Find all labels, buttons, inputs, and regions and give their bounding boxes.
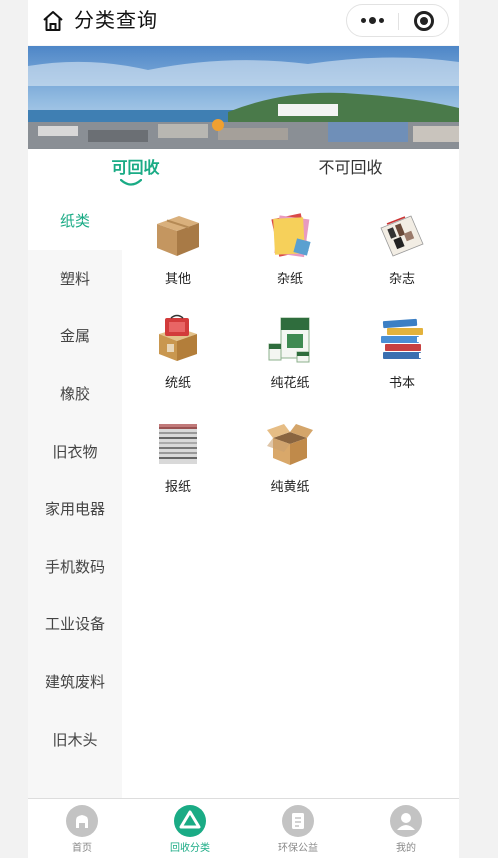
tab-recyclable[interactable]: 可回收 — [28, 149, 243, 192]
grid-item-label: 书本 — [388, 375, 415, 390]
category-sidebar: 纸类 塑料 金属 橡胶 旧衣物 家用电器 手机数码 工业设备 建筑废料 旧木头 — [28, 192, 122, 798]
capsule-divider — [398, 13, 399, 30]
tabbar-item-eco-charity[interactable]: 环保公益 — [244, 799, 352, 855]
app-screen: 分类查询 可回收 不可回收 纸类 塑料 金属 橡胶 旧衣物 家用电器 手机数码 … — [28, 0, 459, 858]
packaging-box-icon — [159, 314, 197, 361]
recyclable-tabs: 可回收 不可回收 — [28, 149, 459, 192]
mini-program-capsule — [346, 4, 449, 37]
grid-item-books[interactable]: 书本 — [346, 308, 458, 398]
sidebar-item-home-appliances[interactable]: 家用电器 — [28, 480, 122, 538]
document-icon — [282, 805, 314, 837]
book-stack-icon — [381, 318, 423, 359]
sidebar-item-rubber[interactable]: 橡胶 — [28, 365, 122, 423]
grid-item-label: 杂纸 — [276, 271, 303, 286]
sidebar-item-construction-waste[interactable]: 建筑废料 — [28, 653, 122, 711]
home-icon — [66, 805, 98, 837]
grid-item-label: 统纸 — [164, 375, 191, 390]
banner-image — [28, 46, 459, 149]
mixed-paper-icon — [271, 213, 311, 258]
tabbar-label: 首页 — [72, 843, 92, 854]
tabbar-item-recycle-category[interactable]: 回收分类 — [136, 799, 244, 855]
tab-active-indicator — [120, 179, 142, 186]
grid-item-magazine[interactable]: 杂志 — [346, 204, 458, 294]
more-options-icon[interactable] — [347, 5, 398, 36]
sidebar-item-industrial-equipment[interactable]: 工业设备 — [28, 595, 122, 653]
grid-item-packaging[interactable]: 统纸 — [122, 308, 234, 398]
tabbar-label: 我的 — [396, 843, 416, 854]
open-box-icon — [267, 424, 313, 465]
milk-carton-icon — [268, 317, 310, 363]
grid-item-label: 纯黄纸 — [270, 479, 310, 494]
tabbar-label: 回收分类 — [170, 843, 210, 854]
tab-label: 可回收 — [111, 160, 160, 177]
home-icon[interactable] — [40, 8, 66, 34]
sidebar-item-paper[interactable]: 纸类 — [28, 192, 122, 250]
grid-item-label: 其他 — [164, 271, 191, 286]
tab-non-recyclable[interactable]: 不可回收 — [243, 149, 458, 192]
sidebar-item-old-wood[interactable]: 旧木头 — [28, 710, 122, 768]
grid-item-milk-carton[interactable]: 纯花纸 — [234, 308, 346, 398]
cardboard-box-icon — [157, 216, 199, 256]
sidebar-item-plastic[interactable]: 塑料 — [28, 250, 122, 308]
tabbar-label: 环保公益 — [278, 843, 318, 854]
sidebar-item-metal[interactable]: 金属 — [28, 307, 122, 365]
grid-item-label: 纯花纸 — [270, 375, 310, 390]
tabbar-item-home[interactable]: 首页 — [28, 799, 136, 855]
grid-item-other[interactable]: 其他 — [122, 204, 234, 294]
nav-bar: 分类查询 — [28, 0, 459, 45]
sidebar-item-phones-digital[interactable]: 手机数码 — [28, 538, 122, 596]
sidebar-item-old-clothes[interactable]: 旧衣物 — [28, 422, 122, 480]
page-title: 分类查询 — [74, 10, 158, 32]
magazine-icon — [380, 215, 424, 257]
user-icon — [390, 805, 422, 837]
recycle-icon — [174, 805, 206, 837]
grid-item-newspaper[interactable]: 报纸 — [122, 412, 234, 502]
category-content: 其他 杂纸 杂志 统纸 纯花纸 书本 报纸 纯黄纸 — [122, 192, 459, 798]
grid-item-label: 杂志 — [388, 271, 415, 286]
bottom-tab-bar: 首页 回收分类 环保公益 我的 — [28, 798, 459, 858]
close-target-icon[interactable] — [414, 11, 434, 31]
tabbar-item-mine[interactable]: 我的 — [352, 799, 459, 855]
grid-item-label: 报纸 — [164, 479, 191, 494]
grid-item-kraft-paper[interactable]: 纯黄纸 — [234, 412, 346, 502]
grid-item-mixed-paper[interactable]: 杂纸 — [234, 204, 346, 294]
newspaper-stack-icon — [159, 424, 197, 464]
tab-label: 不可回收 — [318, 160, 383, 177]
